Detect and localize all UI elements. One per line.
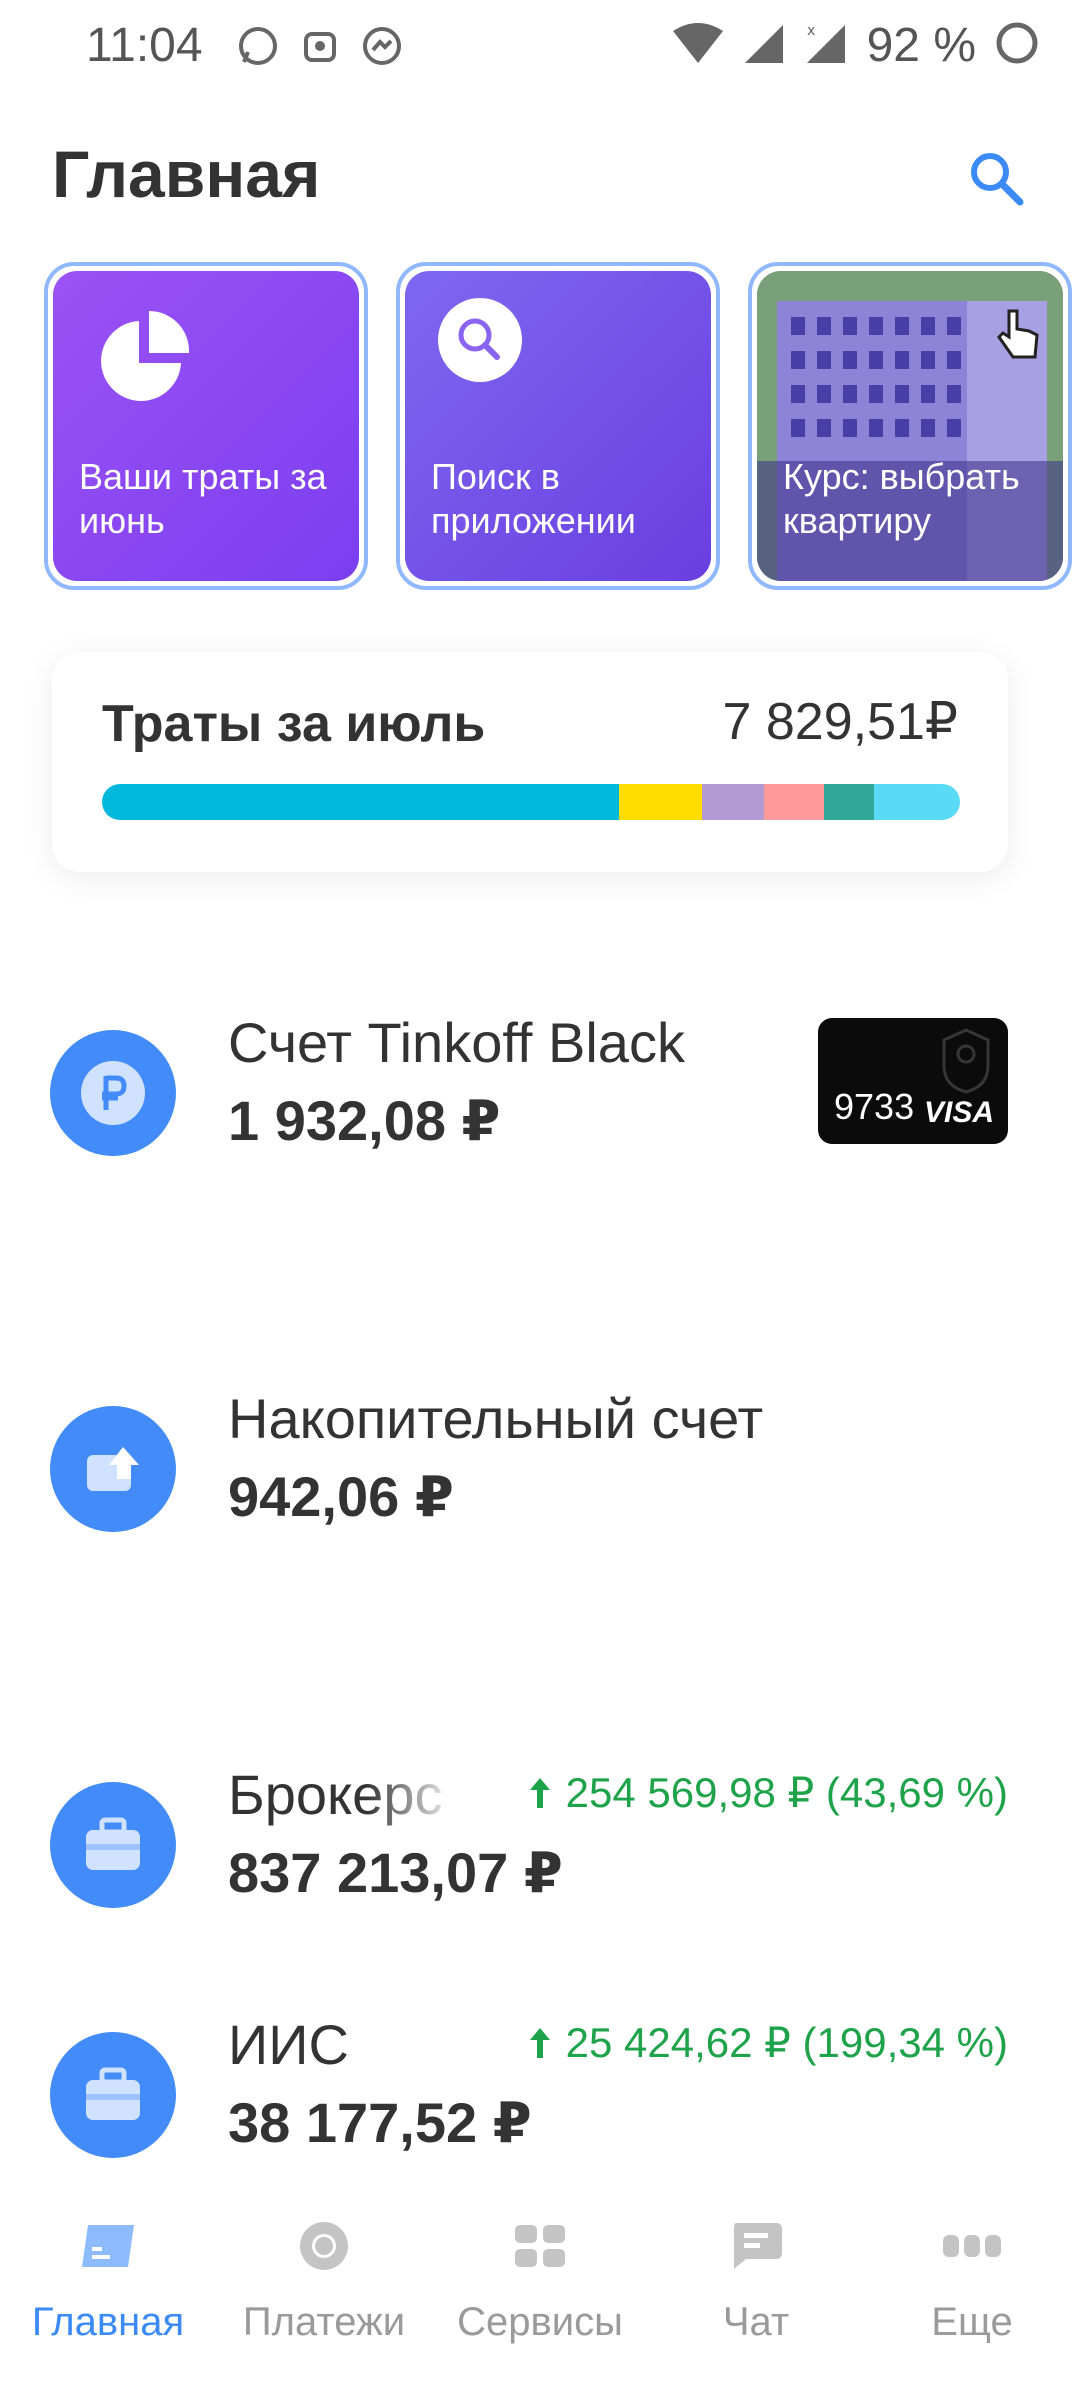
nav-item-payments[interactable]: Платежи	[216, 2196, 432, 2400]
nav-item-more[interactable]: Еще	[864, 2196, 1080, 2400]
card-brand: VISA	[923, 1096, 994, 1129]
spending-segment-3	[701, 784, 765, 820]
arrow-up-icon	[529, 1777, 550, 1808]
spending-segment-2	[619, 784, 702, 820]
account-savings[interactable]: Накопительный счет 942,06 ₽	[0, 1386, 1080, 1536]
account-balance: 1 932,08 ₽	[228, 1089, 501, 1152]
account-change-value: 254 569,98 ₽ (43,69 %)	[565, 1769, 1008, 1816]
bank-notification-icon	[298, 24, 342, 68]
account-change: 254 569,98 ₽ (43,69 %)	[517, 1768, 1008, 1817]
pie-chart-icon	[93, 309, 193, 414]
account-name: Накопительный счет	[228, 1387, 764, 1450]
spending-segment-1	[102, 784, 620, 820]
spending-card[interactable]: Траты за июль 7 829,51₽	[52, 652, 1008, 872]
account-balance: 837 213,07 ₽	[228, 1841, 563, 1904]
account-balance: 942,06 ₽	[228, 1465, 454, 1528]
nav-label: Еще	[931, 2300, 1013, 2344]
story-app-search[interactable]: Поиск в приложении	[396, 262, 720, 590]
system-icons: x 92 %	[671, 18, 1040, 73]
stories-carousel: Ваши траты за июнь Поиск в приложении Ку…	[44, 262, 1072, 590]
battery-icon	[994, 20, 1040, 71]
nav-item-home[interactable]: Главная	[0, 2196, 216, 2400]
page-title: Главная	[52, 137, 321, 211]
card-last-digits: 9733	[834, 1086, 915, 1127]
messenger-icon	[360, 24, 404, 68]
wifi-icon	[671, 21, 725, 70]
story-label: Курс: выбрать квартиру	[783, 456, 1020, 541]
briefcase-icon	[50, 1782, 176, 1908]
account-tinkoff-black[interactable]: Счет Tinkoff Black 1 932,08 ₽ 9733 VISA	[0, 1010, 1080, 1160]
account-change-value: 25 424,62 ₽ (199,34 %)	[565, 2019, 1008, 2066]
payments-icon	[292, 2214, 356, 2278]
story-label: Ваши траты за июнь	[79, 456, 327, 541]
account-name: Счет Tinkoff Black	[228, 1011, 685, 1074]
account-brokerage[interactable]: Брокерс 837 213,07 ₽ 254 569,98 ₽ (43,69…	[0, 1762, 1080, 1912]
nav-item-chat[interactable]: Чат	[648, 2196, 864, 2400]
account-name: ИИС	[228, 2013, 349, 2076]
spending-title: Траты за июль	[102, 695, 486, 753]
services-icon	[508, 2214, 572, 2278]
signal-roaming-icon: x	[805, 21, 849, 70]
header: Главная	[0, 120, 1080, 240]
status-time: 11:04	[86, 19, 203, 72]
status-bar: 11:04 x 92 %	[0, 0, 1080, 92]
arrow-up-icon	[529, 2027, 550, 2058]
account-balance: 38 177,52 ₽	[228, 2091, 532, 2154]
nav-item-services[interactable]: Сервисы	[432, 2196, 648, 2400]
story-spending-june[interactable]: Ваши траты за июнь	[44, 262, 368, 590]
search-button[interactable]	[956, 138, 1036, 218]
bank-card-thumbnail[interactable]: 9733 VISA	[818, 1018, 1008, 1144]
ruble-icon	[50, 1030, 176, 1156]
home-icon	[76, 2214, 140, 2278]
svg-text:x: x	[807, 23, 815, 39]
notification-icons	[236, 24, 404, 68]
account-change: 25 424,62 ₽ (199,34 %)	[517, 2018, 1008, 2067]
chat-icon	[724, 2214, 788, 2278]
account-name: Брокерс	[228, 1763, 443, 1826]
search-icon	[971, 153, 1024, 206]
cursor-hand-icon	[993, 307, 1043, 368]
briefcase-icon	[50, 2032, 176, 2158]
whatsapp-icon	[236, 24, 280, 68]
nav-label: Сервисы	[457, 2300, 623, 2344]
nav-label: Платежи	[242, 2300, 406, 2344]
spending-category-bar	[102, 784, 960, 820]
bottom-nav: Главная Платежи Сервисы Чат Еще	[0, 2196, 1080, 2400]
spending-segment-5	[824, 784, 875, 820]
account-iis[interactable]: ИИС 38 177,52 ₽ 25 424,62 ₽ (199,34 %)	[0, 2012, 1080, 2162]
search-circle-icon	[435, 295, 525, 390]
card-emblem-icon	[938, 1026, 994, 1101]
nav-label: Главная	[31, 2300, 185, 2344]
savings-wallet-icon	[50, 1406, 176, 1532]
story-label: Поиск в приложении	[431, 456, 636, 541]
spending-segment-4	[764, 784, 825, 820]
battery-text: 92 %	[866, 19, 976, 72]
signal-icon	[743, 21, 787, 70]
more-icon	[940, 2214, 1004, 2278]
spending-total: 7 829,51₽	[722, 693, 959, 751]
spending-segment-6	[874, 784, 960, 820]
nav-label: Чат	[722, 2300, 790, 2344]
story-choose-apartment[interactable]: Курс: выбрать квартиру	[748, 262, 1072, 590]
